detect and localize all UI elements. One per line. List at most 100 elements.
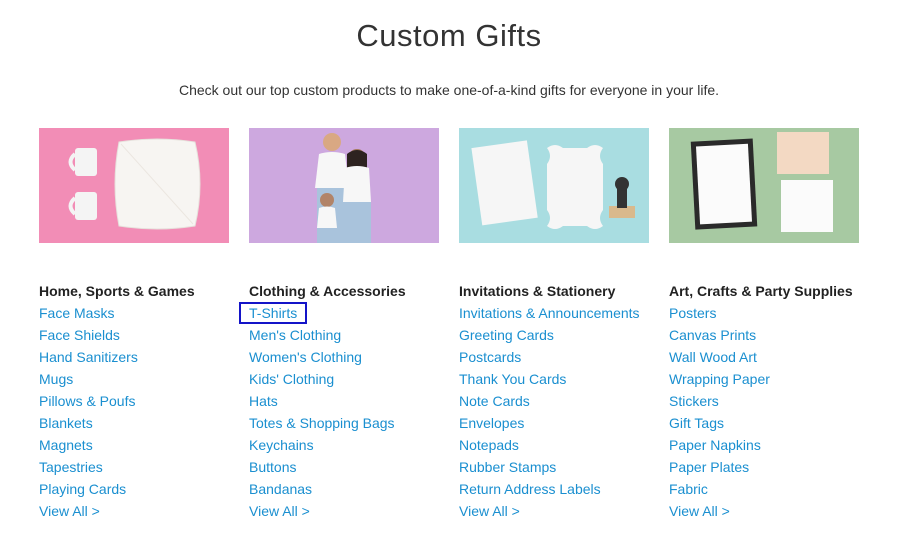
list-item: Paper Napkins (669, 436, 770, 458)
list-item: View All > (459, 502, 640, 524)
list-item: Bandanas (249, 480, 395, 502)
link-gift-tags[interactable]: Gift Tags (669, 415, 724, 431)
list-item: Note Cards (459, 392, 640, 414)
framed-prints-illustration (669, 128, 859, 243)
link-view-all[interactable]: View All > (669, 503, 730, 519)
list-item: Buttons (249, 458, 395, 480)
link-wall-wood-art[interactable]: Wall Wood Art (669, 349, 757, 365)
list-item: Invitations & Announcements (459, 304, 640, 326)
link-womens-clothing[interactable]: Women's Clothing (249, 349, 362, 365)
list-item: Canvas Prints (669, 326, 770, 348)
mugs-and-pillow-illustration (39, 128, 229, 243)
list-item: T-Shirts (238, 302, 395, 326)
link-magnets[interactable]: Magnets (39, 437, 93, 453)
list-item: Rubber Stamps (459, 458, 640, 480)
link-stickers[interactable]: Stickers (669, 393, 719, 409)
list-item: Women's Clothing (249, 348, 395, 370)
list-item: Gift Tags (669, 414, 770, 436)
link-t-shirts[interactable]: T-Shirts (238, 302, 308, 324)
family-illustration (249, 128, 439, 243)
list-item: Fabric (669, 480, 770, 502)
category-link-list: Invitations & Announcements Greeting Car… (459, 304, 640, 524)
link-kids-clothing[interactable]: Kids' Clothing (249, 371, 334, 387)
link-mugs[interactable]: Mugs (39, 371, 73, 387)
list-item: Tapestries (39, 458, 138, 480)
list-item: Blankets (39, 414, 138, 436)
link-invitations-announcements[interactable]: Invitations & Announcements (459, 305, 640, 321)
link-tapestries[interactable]: Tapestries (39, 459, 103, 475)
category-heading: Clothing & Accessories (249, 283, 406, 299)
link-fabric[interactable]: Fabric (669, 481, 708, 497)
cards-and-stamp-image[interactable] (459, 128, 649, 243)
link-hats[interactable]: Hats (249, 393, 278, 409)
link-mens-clothing[interactable]: Men's Clothing (249, 327, 341, 343)
category-heading: Invitations & Stationery (459, 283, 616, 299)
page-title: Custom Gifts (356, 18, 542, 53)
category-art-crafts-party: Art, Crafts & Party Supplies Posters Can… (669, 128, 869, 519)
page-subtitle: Check out our top custom products to mak… (178, 82, 720, 98)
category-heading: Home, Sports & Games (39, 283, 195, 299)
link-view-all[interactable]: View All > (459, 503, 520, 519)
link-face-masks[interactable]: Face Masks (39, 305, 114, 321)
link-posters[interactable]: Posters (669, 305, 716, 321)
link-view-all[interactable]: View All > (39, 503, 100, 519)
link-hand-sanitizers[interactable]: Hand Sanitizers (39, 349, 138, 365)
link-keychains[interactable]: Keychains (249, 437, 314, 453)
list-item: Wrapping Paper (669, 370, 770, 392)
list-item: Face Shields (39, 326, 138, 348)
category-link-list: Posters Canvas Prints Wall Wood Art Wrap… (669, 304, 770, 524)
link-canvas-prints[interactable]: Canvas Prints (669, 327, 756, 343)
list-item: Greeting Cards (459, 326, 640, 348)
list-item: Hand Sanitizers (39, 348, 138, 370)
link-totes-shopping-bags[interactable]: Totes & Shopping Bags (249, 415, 395, 431)
list-item: Wall Wood Art (669, 348, 770, 370)
link-rubber-stamps[interactable]: Rubber Stamps (459, 459, 556, 475)
link-face-shields[interactable]: Face Shields (39, 327, 120, 343)
link-postcards[interactable]: Postcards (459, 349, 521, 365)
list-item: Thank You Cards (459, 370, 640, 392)
link-thank-you-cards[interactable]: Thank You Cards (459, 371, 566, 387)
list-item: Men's Clothing (249, 326, 395, 348)
link-blankets[interactable]: Blankets (39, 415, 93, 431)
link-note-cards[interactable]: Note Cards (459, 393, 530, 409)
category-grid: Home, Sports & Games Face Masks Face Shi… (39, 128, 869, 528)
category-home-sports-games: Home, Sports & Games Face Masks Face Shi… (39, 128, 239, 519)
list-item: Stickers (669, 392, 770, 414)
list-item: Pillows & Poufs (39, 392, 138, 414)
mugs-and-pillow-image[interactable] (39, 128, 229, 243)
family-in-white-tshirts-image[interactable] (249, 128, 439, 243)
link-playing-cards[interactable]: Playing Cards (39, 481, 126, 497)
list-item: Notepads (459, 436, 640, 458)
link-buttons[interactable]: Buttons (249, 459, 296, 475)
link-envelopes[interactable]: Envelopes (459, 415, 524, 431)
link-paper-napkins[interactable]: Paper Napkins (669, 437, 761, 453)
list-item: Playing Cards (39, 480, 138, 502)
list-item: View All > (669, 502, 770, 524)
list-item: Return Address Labels (459, 480, 640, 502)
category-link-list: Face Masks Face Shields Hand Sanitizers … (39, 304, 138, 524)
link-pillows-poufs[interactable]: Pillows & Poufs (39, 393, 135, 409)
list-item: Face Masks (39, 304, 138, 326)
list-item: Posters (669, 304, 770, 326)
link-view-all[interactable]: View All > (249, 503, 310, 519)
link-paper-plates[interactable]: Paper Plates (669, 459, 749, 475)
link-wrapping-paper[interactable]: Wrapping Paper (669, 371, 770, 387)
category-link-list: T-Shirts Men's Clothing Women's Clothing… (238, 302, 395, 524)
framed-prints-image[interactable] (669, 128, 859, 243)
link-greeting-cards[interactable]: Greeting Cards (459, 327, 554, 343)
list-item: Envelopes (459, 414, 640, 436)
link-bandanas[interactable]: Bandanas (249, 481, 312, 497)
link-return-address-labels[interactable]: Return Address Labels (459, 481, 601, 497)
link-notepads[interactable]: Notepads (459, 437, 519, 453)
list-item: Mugs (39, 370, 138, 392)
category-clothing-accessories: Clothing & Accessories T-Shirts Men's Cl… (238, 128, 449, 519)
list-item: Postcards (459, 348, 640, 370)
list-item: Hats (249, 392, 395, 414)
list-item: View All > (249, 502, 395, 524)
cards-illustration (459, 128, 649, 243)
list-item: Paper Plates (669, 458, 770, 480)
list-item: Totes & Shopping Bags (249, 414, 395, 436)
category-invitations-stationery: Invitations & Stationery Invitations & A… (459, 128, 659, 519)
list-item: Keychains (249, 436, 395, 458)
category-heading: Art, Crafts & Party Supplies (669, 283, 853, 299)
